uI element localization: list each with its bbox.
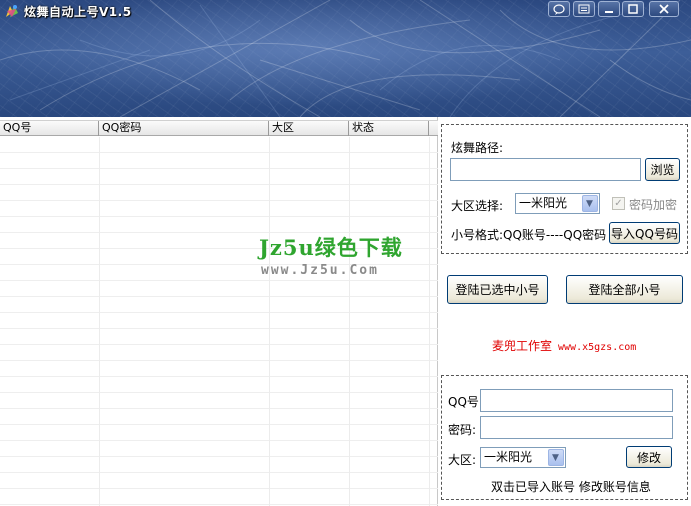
browse-button[interactable]: 浏览 <box>645 158 680 181</box>
column-header-region[interactable]: 大区 <box>269 121 349 136</box>
column-header-password[interactable]: QQ密码 <box>99 121 269 136</box>
help-button[interactable] <box>548 1 570 17</box>
qq-label: QQ号: <box>448 395 483 409</box>
minimize-icon <box>605 11 613 13</box>
encrypt-checkbox[interactable]: ✓ <box>612 197 625 210</box>
menu-icon <box>578 4 590 14</box>
region-select-label: 大区选择: <box>451 199 504 213</box>
import-qq-button[interactable]: 导入QQ号码 <box>609 222 680 244</box>
title-banner[interactable]: 炫舞自动上号V1.5 <box>0 0 691 117</box>
column-header-qq[interactable]: QQ号 <box>0 121 99 136</box>
studio-credit: 麦兜工作室 www.x5gzs.com <box>492 337 636 354</box>
grid-body[interactable] <box>0 137 438 506</box>
grid-divider <box>429 137 430 506</box>
app-icon <box>6 5 18 17</box>
edit-region-value: 一米阳光 <box>484 450 533 464</box>
studio-url[interactable]: www.x5gzs.com <box>558 342 636 353</box>
grid-divider <box>269 137 270 506</box>
region-select-value: 一米阳光 <box>519 196 568 210</box>
path-input[interactable] <box>450 158 641 181</box>
login-all-button[interactable]: 登陆全部小号 <box>566 275 683 304</box>
chevron-down-icon: ▼ <box>586 199 593 209</box>
edit-region-select[interactable]: 一米阳光 ▼ <box>480 447 566 468</box>
chevron-down-icon: ▼ <box>552 453 559 463</box>
window-title: 炫舞自动上号V1.5 <box>24 5 132 19</box>
login-selected-button[interactable]: 登陆已选中小号 <box>447 275 548 304</box>
edit-region-label: 大区: <box>448 453 477 467</box>
close-button[interactable] <box>649 1 679 17</box>
password-input[interactable] <box>480 416 673 439</box>
edit-hint: 双击已导入账号 修改账号信息 <box>491 480 651 494</box>
dropdown-arrow[interactable]: ▼ <box>582 195 598 212</box>
dropdown-arrow[interactable]: ▼ <box>548 449 564 466</box>
grid-divider <box>349 137 350 506</box>
account-format-label: 小号格式:QQ账号----QQ密码 <box>451 228 607 242</box>
password-label: 密码: <box>448 423 477 437</box>
account-grid[interactable]: QQ号 QQ密码 大区 状态 <box>0 117 438 506</box>
help-icon <box>553 4 565 15</box>
close-icon <box>659 4 669 14</box>
maximize-button[interactable] <box>622 1 644 17</box>
grid-header: QQ号 QQ密码 大区 状态 <box>0 120 438 136</box>
path-label: 炫舞路径: <box>451 141 504 155</box>
maximize-icon <box>628 4 638 14</box>
modify-button[interactable]: 修改 <box>626 446 672 468</box>
studio-name: 麦兜工作室 <box>492 339 553 353</box>
column-header-status[interactable]: 状态 <box>349 121 429 136</box>
encrypt-label: 密码加密 <box>629 198 678 212</box>
region-select[interactable]: 一米阳光 ▼ <box>515 193 600 214</box>
minimize-button[interactable] <box>598 1 620 17</box>
menu-button[interactable] <box>573 1 595 17</box>
qq-input[interactable] <box>480 389 673 412</box>
grid-divider <box>99 137 100 506</box>
